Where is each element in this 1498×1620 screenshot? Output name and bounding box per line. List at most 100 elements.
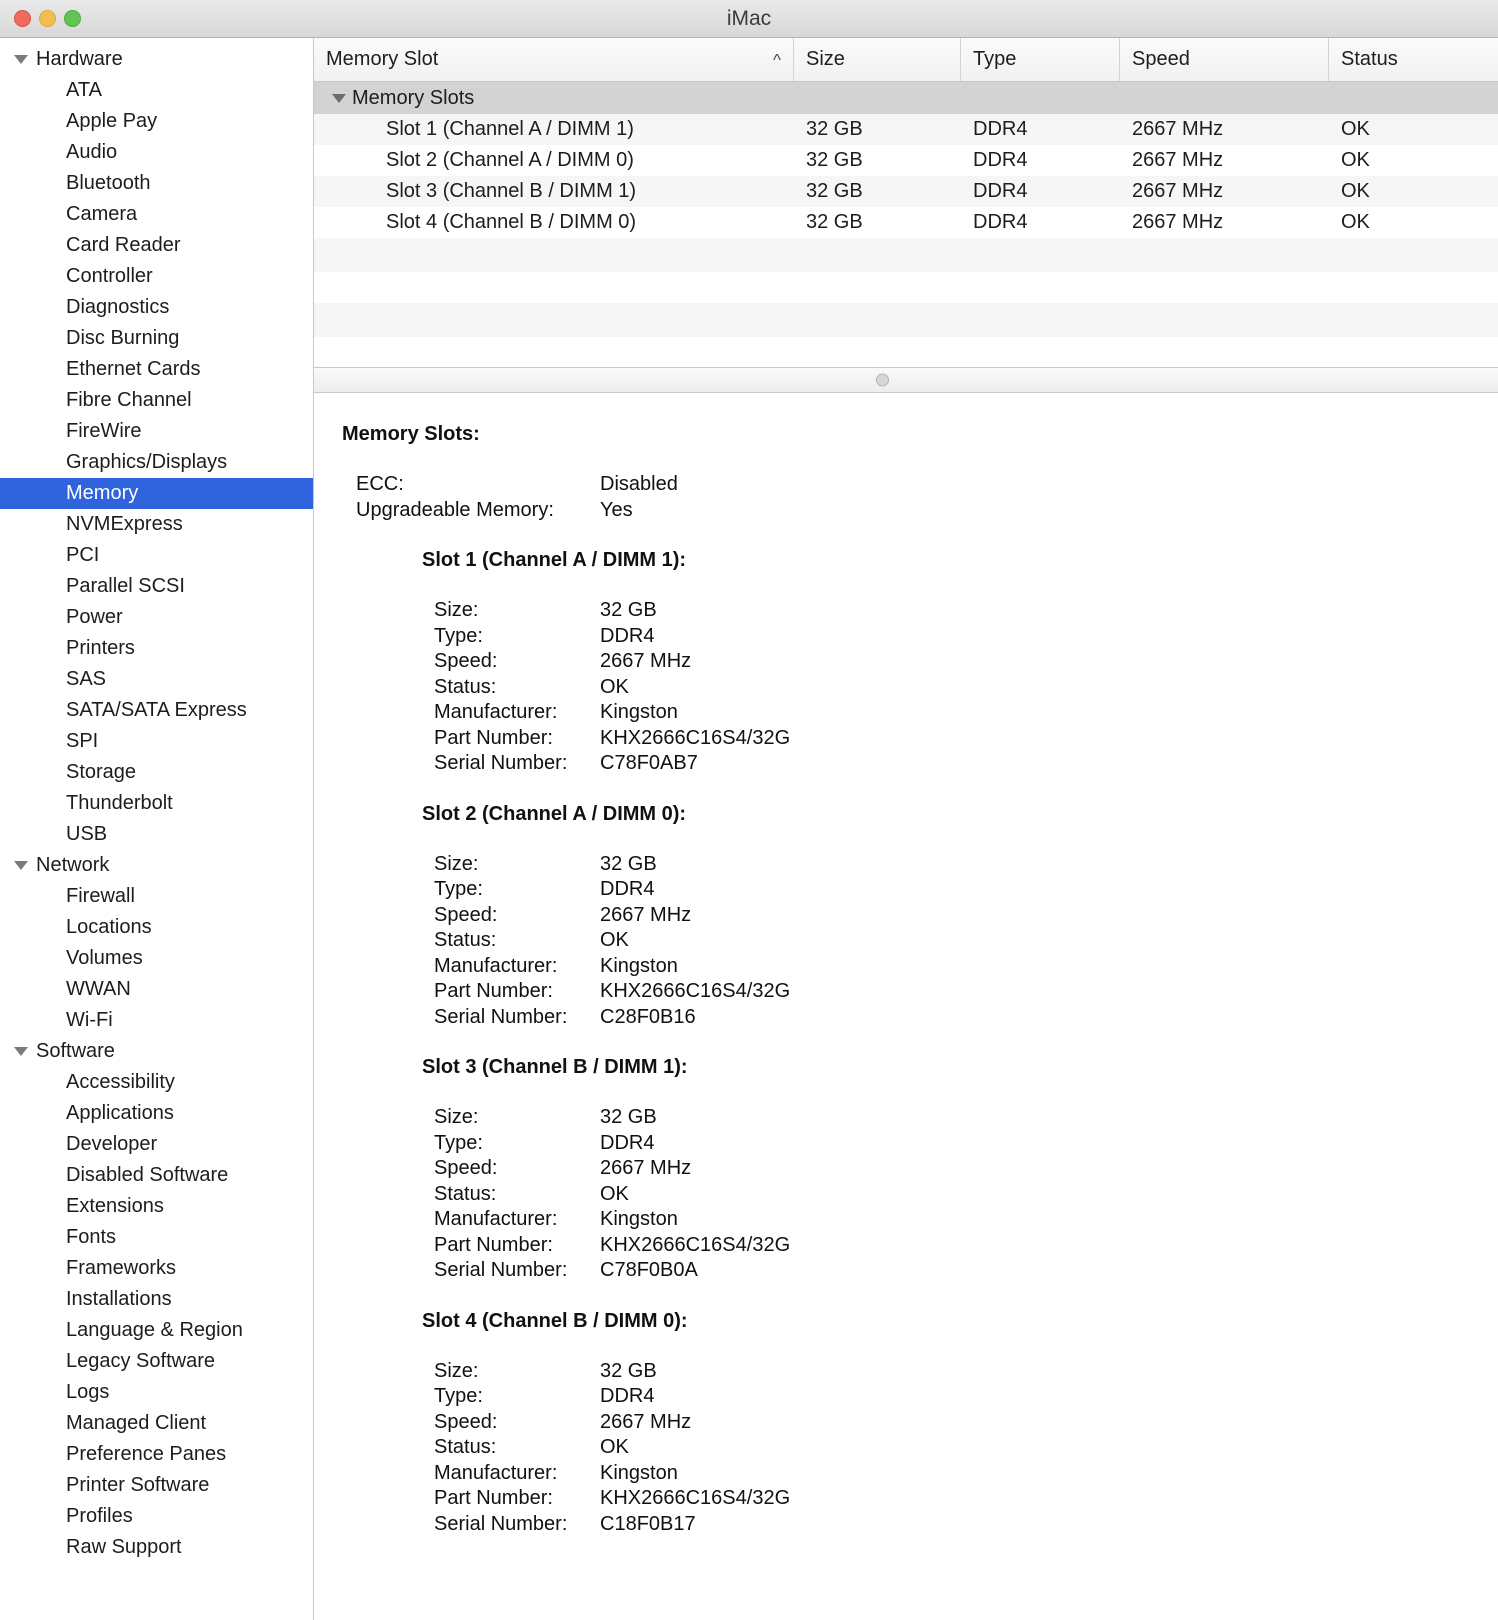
detail-field: Status: OK xyxy=(434,928,1498,954)
sidebar-item-applications[interactable]: Applications xyxy=(0,1098,313,1129)
sidebar-item-bluetooth[interactable]: Bluetooth xyxy=(0,168,313,199)
sidebar-item-fonts[interactable]: Fonts xyxy=(0,1222,313,1253)
detail-slot-block: Slot 4 (Channel B / DIMM 0): Size: 32 GB Ty… xyxy=(422,1310,1498,1538)
sidebar-item-usb[interactable]: USB xyxy=(0,819,313,850)
detail-field-value: 2667 MHz xyxy=(600,1157,692,1179)
sidebar-item-power[interactable]: Power xyxy=(0,602,313,633)
detail-field: Manufacturer: Kingston xyxy=(434,1207,1498,1233)
table-row[interactable]: Slot 1 (Channel A / DIMM 1) 32 GB DDR4 2667… xyxy=(314,114,1498,145)
minimize-window-icon[interactable] xyxy=(39,10,56,27)
detail-field-value: DDR4 xyxy=(600,1385,655,1407)
sort-ascending-icon[interactable]: ^ xyxy=(773,51,781,68)
sidebar-item-firewall[interactable]: Firewall xyxy=(0,881,313,912)
sidebar-item-ata[interactable]: ATA xyxy=(0,75,313,106)
sidebar-item-graphics-displays[interactable]: Graphics/Displays xyxy=(0,447,313,478)
sidebar-item-parallel-scsi[interactable]: Parallel SCSI xyxy=(0,571,313,602)
detail-field-value: Yes xyxy=(600,498,633,521)
table-group-row-memory-slots[interactable]: Memory Slots xyxy=(314,82,1498,114)
detail-field-value: Kingston xyxy=(600,1461,678,1484)
detail-field-value: C78F0B0A xyxy=(600,1259,698,1281)
sidebar-item-card-reader[interactable]: Card Reader xyxy=(0,230,313,261)
memory-slots-table[interactable]: Memory Slots Slot 1 (Channel A / DIMM 1)… xyxy=(314,82,1498,367)
sidebar-item-storage[interactable]: Storage xyxy=(0,757,313,788)
sidebar-item-disc-burning[interactable]: Disc Burning xyxy=(0,323,313,354)
detail-field: Size: 32 GB xyxy=(434,598,1498,624)
table-cell-slot: Slot 1 (Channel A / DIMM 1) xyxy=(386,118,634,140)
sidebar-item-raw-support[interactable]: Raw Support xyxy=(0,1532,313,1563)
sidebar-item-volumes[interactable]: Volumes xyxy=(0,943,313,974)
sidebar-item-fibre-channel[interactable]: Fibre Channel xyxy=(0,385,313,416)
sidebar-item-controller[interactable]: Controller xyxy=(0,261,313,292)
sidebar-item-printer-software[interactable]: Printer Software xyxy=(0,1470,313,1501)
detail-field-key: Serial Number: xyxy=(434,752,568,774)
disclosure-triangle-open-icon[interactable] xyxy=(14,1047,28,1056)
sidebar-item-label: Profiles xyxy=(66,1505,133,1527)
splitter-grab-handle[interactable] xyxy=(876,373,889,387)
detail-slot-heading: Slot 1 (Channel A / DIMM 1): xyxy=(422,549,687,571)
table-row[interactable]: Slot 4 (Channel B / DIMM 0) 32 GB DDR4 2667… xyxy=(314,207,1498,238)
column-header-memory-slot[interactable]: Memory Slot ^ xyxy=(314,38,794,81)
column-header-type[interactable]: Type xyxy=(961,38,1120,81)
sidebar-item-preference-panes[interactable]: Preference Panes xyxy=(0,1439,313,1470)
sidebar-item-label: Locations xyxy=(66,916,152,938)
sidebar-item-sata-sata-express[interactable]: SATA/SATA Express xyxy=(0,695,313,726)
sidebar-item-logs[interactable]: Logs xyxy=(0,1377,313,1408)
sidebar-item-language-region[interactable]: Language & Region xyxy=(0,1315,313,1346)
sidebar-item-disabled-software[interactable]: Disabled Software xyxy=(0,1160,313,1191)
sidebar-item-label: Volumes xyxy=(66,947,143,969)
sidebar-item-diagnostics[interactable]: Diagnostics xyxy=(0,292,313,323)
sidebar-item-printers[interactable]: Printers xyxy=(0,633,313,664)
sidebar-item-legacy-software[interactable]: Legacy Software xyxy=(0,1346,313,1377)
table-row[interactable]: Slot 2 (Channel A / DIMM 0) 32 GB DDR4 2667… xyxy=(314,145,1498,176)
sidebar-item-profiles[interactable]: Profiles xyxy=(0,1501,313,1532)
table-cell-type: DDR4 xyxy=(973,149,1028,171)
sidebar-item-managed-client[interactable]: Managed Client xyxy=(0,1408,313,1439)
sidebar-item-camera[interactable]: Camera xyxy=(0,199,313,230)
sidebar-item-installations[interactable]: Installations xyxy=(0,1284,313,1315)
column-header-speed[interactable]: Speed xyxy=(1120,38,1329,81)
sidebar-item-label: NVMExpress xyxy=(66,513,183,535)
sidebar-item-extensions[interactable]: Extensions xyxy=(0,1191,313,1222)
sidebar-item-wi-fi[interactable]: Wi-Fi xyxy=(0,1005,313,1036)
detail-field: Type: DDR4 xyxy=(434,1131,1498,1157)
sidebar-item-nvmexpress[interactable]: NVMExpress xyxy=(0,509,313,540)
sidebar-item-wwan[interactable]: WWAN xyxy=(0,974,313,1005)
pane-splitter[interactable] xyxy=(314,367,1498,393)
detail-slot-block: Slot 1 (Channel A / DIMM 1): Size: 32 GB Ty… xyxy=(422,549,1498,777)
sidebar-item-software[interactable]: Software xyxy=(0,1036,313,1067)
sidebar-item-network[interactable]: Network xyxy=(0,850,313,881)
sidebar-item-hardware[interactable]: Hardware xyxy=(0,44,313,75)
sidebar-item-memory[interactable]: Memory xyxy=(0,478,313,509)
sidebar-item-accessibility[interactable]: Accessibility xyxy=(0,1067,313,1098)
system-information-window: iMac Hardware ATA Apple Pay Audio Bluetooth C… xyxy=(0,0,1498,1620)
table-cell-status: OK xyxy=(1341,118,1370,140)
sidebar-item-firewire[interactable]: FireWire xyxy=(0,416,313,447)
sidebar-tree[interactable]: Hardware ATA Apple Pay Audio Bluetooth Camera… xyxy=(0,38,314,1620)
table-row[interactable]: Slot 3 (Channel B / DIMM 1) 32 GB DDR4 2667… xyxy=(314,176,1498,207)
sidebar-item-developer[interactable]: Developer xyxy=(0,1129,313,1160)
disclosure-triangle-open-icon[interactable] xyxy=(14,55,28,64)
column-header-size[interactable]: Size xyxy=(794,38,961,81)
close-window-icon[interactable] xyxy=(14,10,31,27)
column-header-status[interactable]: Status xyxy=(1329,38,1498,81)
sidebar-item-locations[interactable]: Locations xyxy=(0,912,313,943)
sidebar-item-spi[interactable]: SPI xyxy=(0,726,313,757)
table-cell-speed: 2667 MHz xyxy=(1132,149,1224,171)
detail-field-key: Size: xyxy=(434,599,479,621)
sidebar-item-label: Thunderbolt xyxy=(66,792,173,814)
maximize-window-icon[interactable] xyxy=(64,10,81,27)
sidebar-item-frameworks[interactable]: Frameworks xyxy=(0,1253,313,1284)
table-cell-size: 32 GB xyxy=(806,118,863,140)
detail-field-value: DDR4 xyxy=(600,1131,655,1154)
sidebar-item-sas[interactable]: SAS xyxy=(0,664,313,695)
table-cell-size: 32 GB xyxy=(806,180,863,202)
sidebar-item-pci[interactable]: PCI xyxy=(0,540,313,571)
table-cell-slot: Slot 4 (Channel B / DIMM 0) xyxy=(386,211,637,233)
disclosure-triangle-open-icon[interactable] xyxy=(332,93,346,103)
sidebar-item-audio[interactable]: Audio xyxy=(0,137,313,168)
sidebar-item-thunderbolt[interactable]: Thunderbolt xyxy=(0,788,313,819)
disclosure-triangle-open-icon[interactable] xyxy=(14,861,28,870)
sidebar-item-apple-pay[interactable]: Apple Pay xyxy=(0,106,313,137)
sidebar-item-ethernet-cards[interactable]: Ethernet Cards xyxy=(0,354,313,385)
sidebar-item-label: Developer xyxy=(66,1133,158,1155)
